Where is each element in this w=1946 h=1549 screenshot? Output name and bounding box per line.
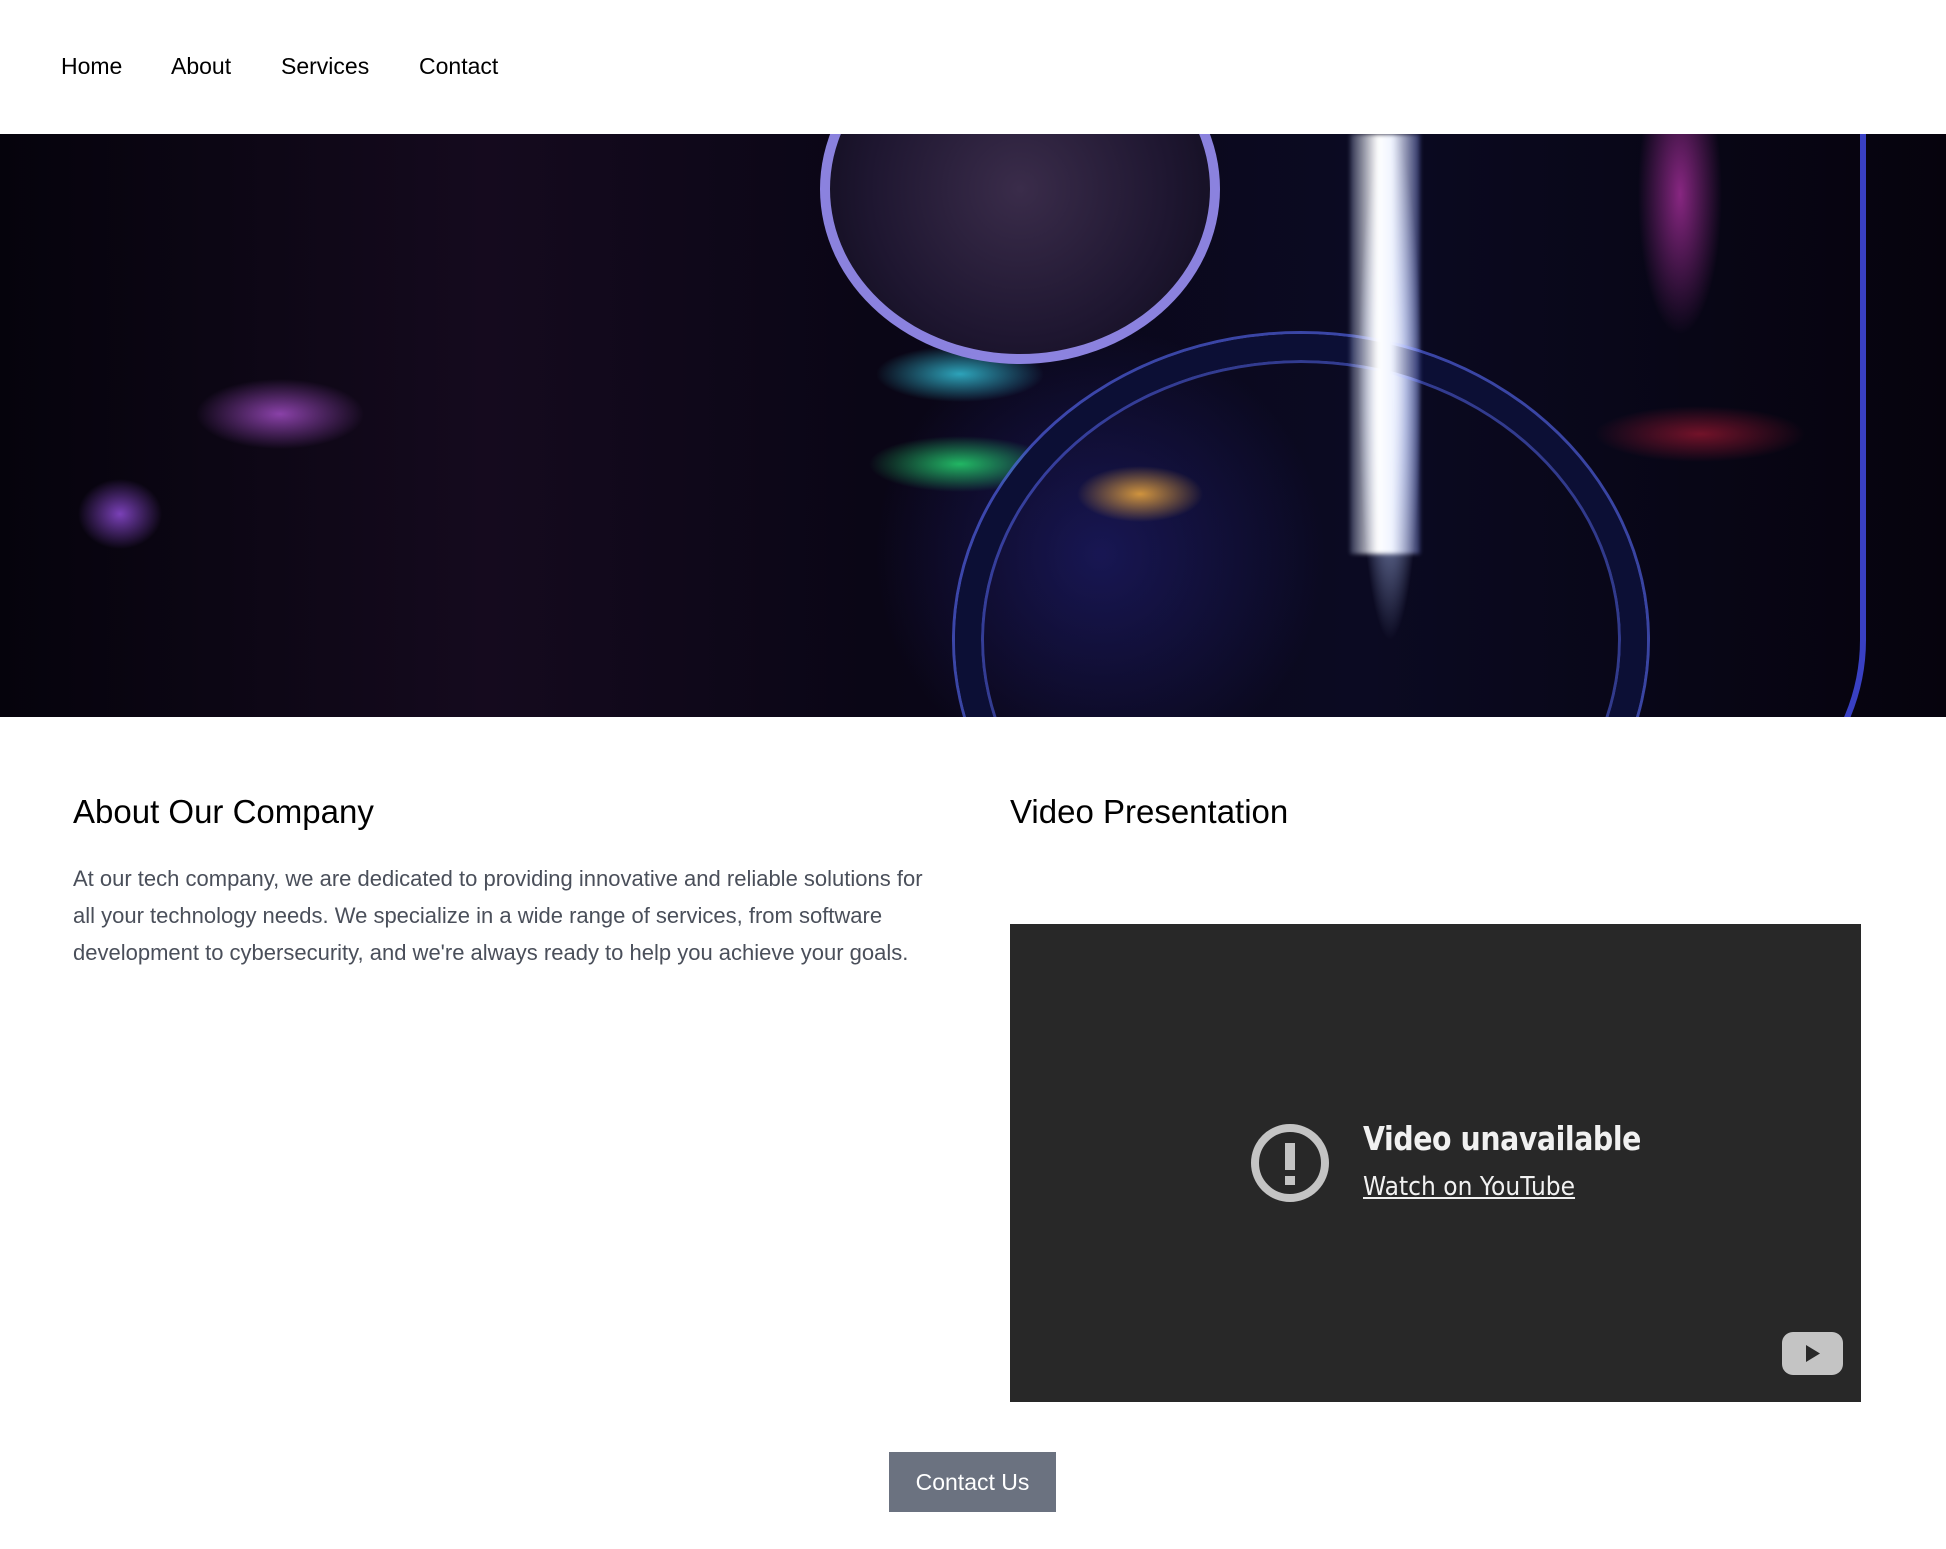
hero-image <box>0 134 1946 717</box>
video-heading: Video Presentation <box>1010 793 1289 830</box>
top-navigation: Home About Services Contact <box>0 0 1946 134</box>
contact-us-button[interactable]: Contact Us <box>889 1452 1056 1512</box>
watch-on-youtube-link[interactable]: Watch on YouTube <box>1363 1172 1575 1202</box>
video-unavailable-title: Video unavailable <box>1363 1119 1641 1158</box>
about-heading: About Our Company <box>73 793 374 830</box>
hero-cable-shape <box>1600 134 1866 717</box>
video-embed[interactable]: Video unavailable Watch on YouTube <box>1010 924 1861 1402</box>
about-section: About Our Company At our tech company, w… <box>73 790 943 993</box>
hero-fan-shape <box>820 134 1220 364</box>
youtube-logo-icon[interactable] <box>1782 1332 1843 1375</box>
hero-light-strip <box>1350 134 1420 554</box>
about-paragraph: At our tech company, we are dedicated to… <box>73 866 923 965</box>
video-section: Video Presentation Video unavailable Wat… <box>1010 790 1861 1402</box>
nav-link-contact[interactable]: Contact <box>419 50 498 82</box>
hero-tube-shape <box>955 334 1647 717</box>
nav-link-home[interactable]: Home <box>61 50 122 82</box>
nav-link-about[interactable]: About <box>171 50 231 82</box>
warning-circle-icon <box>1251 1124 1329 1202</box>
nav-link-services[interactable]: Services <box>281 50 369 82</box>
